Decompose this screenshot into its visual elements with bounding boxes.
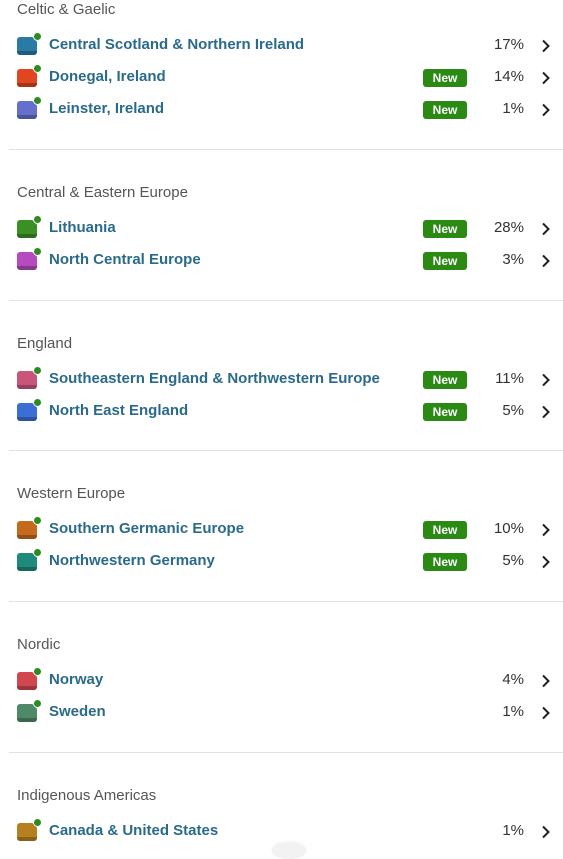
group-title: Indigenous Americas xyxy=(17,787,157,804)
region-percent: 5% xyxy=(502,402,524,419)
new-badge: New xyxy=(423,101,467,119)
section-divider xyxy=(9,601,563,602)
green-dot-indicator xyxy=(33,32,42,41)
chevron-right-icon[interactable] xyxy=(540,706,552,720)
chevron-right-icon[interactable] xyxy=(540,405,552,419)
region-row[interactable]: Northwestern Germany New 5% xyxy=(0,545,563,577)
region-row[interactable]: Central Scotland & Northern Ireland 17% xyxy=(0,29,563,61)
green-dot-indicator xyxy=(33,818,42,827)
section-divider xyxy=(9,450,563,451)
section-divider xyxy=(9,300,563,301)
section-divider xyxy=(9,149,563,150)
region-group: Nordic Norway 4% Sweden 1% xyxy=(0,635,563,722)
new-badge: New xyxy=(423,252,467,270)
region-name-link[interactable]: Canada & United States xyxy=(49,821,218,841)
region-row[interactable]: Donegal, Ireland New 14% xyxy=(0,61,563,93)
region-row[interactable]: Southeastern England & Northwestern Euro… xyxy=(0,363,563,395)
region-name-link[interactable]: Leinster, Ireland xyxy=(49,99,164,119)
region-name-link[interactable]: Lithuania xyxy=(49,218,116,238)
region-row[interactable]: Lithuania New 28% xyxy=(0,212,563,244)
region-percent: 1% xyxy=(502,100,524,117)
region-percent: 28% xyxy=(493,219,524,236)
region-percent: 17% xyxy=(493,36,524,53)
region-row[interactable]: Canada & United States 1% xyxy=(0,815,563,847)
green-dot-indicator xyxy=(33,548,42,557)
new-badge: New xyxy=(423,553,467,571)
group-title: Nordic xyxy=(17,636,61,653)
green-dot-indicator xyxy=(33,64,42,73)
green-dot-indicator xyxy=(33,516,42,525)
chevron-right-icon[interactable] xyxy=(540,674,552,688)
green-dot-indicator xyxy=(33,667,42,676)
new-badge: New xyxy=(423,220,467,238)
region-name-link[interactable]: Donegal, Ireland xyxy=(49,67,166,87)
region-name-link[interactable]: Southeastern England & Northwestern Euro… xyxy=(49,369,380,389)
chevron-right-icon[interactable] xyxy=(540,254,552,268)
region-name-link[interactable]: Norway xyxy=(49,670,103,690)
chevron-right-icon[interactable] xyxy=(540,555,552,569)
region-name-link[interactable]: North Central Europe xyxy=(49,250,201,270)
new-badge: New xyxy=(423,371,467,389)
region-group: England Southeastern England & Northweste… xyxy=(0,334,563,421)
green-dot-indicator xyxy=(33,398,42,407)
chevron-right-icon[interactable] xyxy=(540,523,552,537)
chevron-right-icon[interactable] xyxy=(540,39,552,53)
scroll-handle[interactable] xyxy=(272,843,306,859)
region-row[interactable]: Norway 4% xyxy=(0,664,563,696)
region-row[interactable]: North East England New 5% xyxy=(0,395,563,427)
chevron-right-icon[interactable] xyxy=(540,373,552,387)
region-percent: 11% xyxy=(495,370,524,387)
region-percent: 3% xyxy=(502,251,524,268)
green-dot-indicator xyxy=(33,247,42,256)
green-dot-indicator xyxy=(33,96,42,105)
region-percent: 10% xyxy=(493,520,524,537)
section-divider xyxy=(9,752,563,753)
region-name-link[interactable]: Central Scotland & Northern Ireland xyxy=(49,35,304,55)
group-title: Central & Eastern Europe xyxy=(17,184,188,201)
green-dot-indicator xyxy=(33,215,42,224)
group-title: Celtic & Gaelic xyxy=(17,1,116,18)
region-percent: 1% xyxy=(502,822,524,839)
green-dot-indicator xyxy=(33,366,42,375)
region-row[interactable]: North Central Europe New 3% xyxy=(0,244,563,276)
region-percent: 14% xyxy=(493,68,524,85)
region-percent: 4% xyxy=(502,671,524,688)
region-group: Central & Eastern Europe Lithuania New 28% N… xyxy=(0,183,563,270)
new-badge: New xyxy=(423,69,467,87)
chevron-right-icon[interactable] xyxy=(540,71,552,85)
region-name-link[interactable]: Southern Germanic Europe xyxy=(49,519,244,539)
region-group: Celtic & Gaelic Central Scotland & Northe… xyxy=(0,0,563,119)
region-name-link[interactable]: Northwestern Germany xyxy=(49,551,215,571)
region-row[interactable]: Southern Germanic Europe New 10% xyxy=(0,513,563,545)
region-percent: 5% xyxy=(502,552,524,569)
chevron-right-icon[interactable] xyxy=(540,222,552,236)
chevron-right-icon[interactable] xyxy=(540,103,552,117)
region-row[interactable]: Sweden 1% xyxy=(0,696,563,728)
green-dot-indicator xyxy=(33,699,42,708)
region-percent: 1% xyxy=(502,703,524,720)
region-name-link[interactable]: Sweden xyxy=(49,702,106,722)
region-group: Indigenous Americas Canada & United State… xyxy=(0,786,563,841)
chevron-right-icon[interactable] xyxy=(540,825,552,839)
region-name-link[interactable]: North East England xyxy=(49,401,188,421)
new-badge: New xyxy=(423,521,467,539)
region-group: Western Europe Southern Germanic Europe Ne… xyxy=(0,484,563,571)
region-row[interactable]: Leinster, Ireland New 1% xyxy=(0,93,563,125)
group-title: England xyxy=(17,335,73,352)
new-badge: New xyxy=(423,403,467,421)
group-title: Western Europe xyxy=(17,485,126,502)
